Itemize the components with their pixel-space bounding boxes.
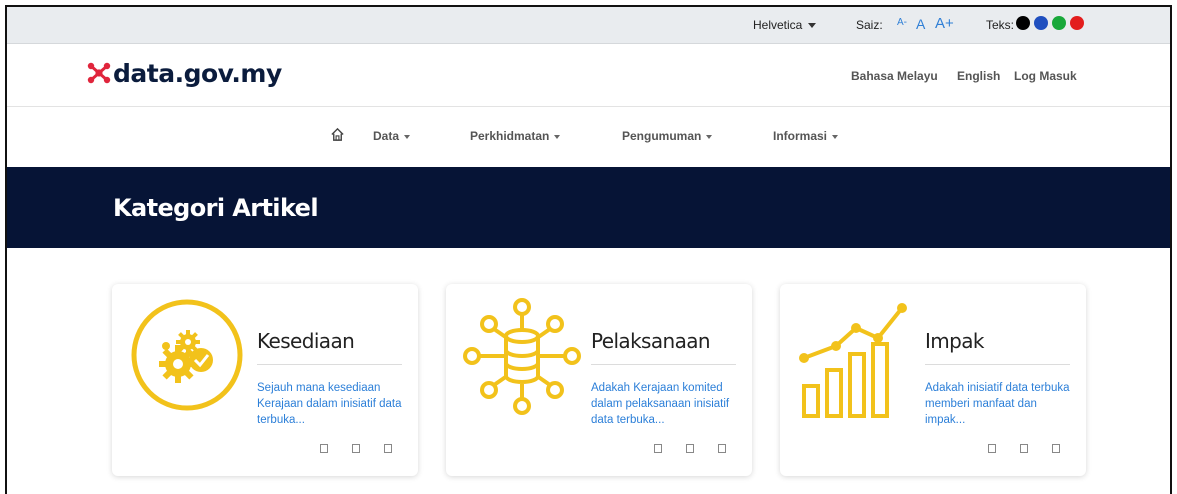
font-family-dropdown[interactable]: Helvetica [753,18,817,32]
login-link[interactable]: Log Masuk [1014,69,1077,83]
logo-text: data.gov.my [113,58,282,88]
text-color-label: Teks: [986,18,1015,32]
home-icon[interactable] [330,127,345,142]
font-size-normal-button[interactable]: A [916,16,925,32]
share-icon[interactable] [654,444,662,453]
gears-check-icon [131,299,243,411]
bookmark-icon[interactable] [352,444,360,453]
lang-malay-link[interactable]: Bahasa Melayu [851,69,938,83]
bookmark-icon[interactable] [686,444,694,453]
comment-icon[interactable] [384,444,392,453]
nav-pengumuman[interactable]: Pengumuman [622,129,713,143]
site-header: data.gov.my Bahasa Melayu English Log Ma… [7,44,1170,107]
card-divider [925,364,1070,365]
card-title: Impak [925,329,985,353]
card-title: Kesediaan [257,329,355,353]
growth-chart-icon [799,303,907,418]
nav-perkhidmatan-label: Perkhidmatan [470,129,550,143]
nav-pengumuman-label: Pengumuman [622,129,702,143]
nav-informasi[interactable]: Informasi [773,129,839,143]
font-size-large-button[interactable]: A+ [935,15,954,32]
text-color-red-button[interactable] [1070,16,1084,30]
card-description-link[interactable]: Adakah Kerajaan komited dalam pelaksanaa… [591,380,741,428]
category-card-pelaksanaan[interactable]: Pelaksanaan Adakah Kerajaan komited dala… [446,284,752,476]
page-banner: Kategori Artikel [7,167,1170,248]
chevron-down-icon [706,134,713,139]
card-divider [591,364,736,365]
site-logo[interactable]: data.gov.my [87,56,282,90]
text-color-green-button[interactable] [1052,16,1066,30]
browser-frame: Helvetica Saiz: A- A A+ Teks: data.gov.m… [5,5,1172,494]
database-network-icon [463,298,581,415]
comment-icon[interactable] [718,444,726,453]
category-card-kesediaan[interactable]: Kesediaan Sejauh mana kesediaan Kerajaan… [112,284,418,476]
chevron-down-icon [404,134,411,139]
card-description-link[interactable]: Adakah inisiatif data terbuka memberi ma… [925,380,1075,428]
page-title: Kategori Artikel [113,194,319,222]
font-family-label: Helvetica [753,18,803,32]
card-divider [257,364,402,365]
text-color-black-button[interactable] [1016,16,1030,30]
card-title: Pelaksanaan [591,329,711,353]
nav-informasi-label: Informasi [773,129,828,143]
chevron-down-icon [808,23,817,29]
comment-icon[interactable] [1052,444,1060,453]
nav-data[interactable]: Data [373,129,411,143]
text-color-blue-button[interactable] [1034,16,1048,30]
bookmark-icon[interactable] [1020,444,1028,453]
nav-perkhidmatan[interactable]: Perkhidmatan [470,129,561,143]
lang-english-link[interactable]: English [957,69,1000,83]
chevron-down-icon [832,134,839,139]
card-description-link[interactable]: Sejauh mana kesediaan Kerajaan dalam ini… [257,380,407,428]
chevron-down-icon [554,134,561,139]
font-size-small-button[interactable]: A- [897,17,907,28]
utility-bar: Helvetica Saiz: A- A A+ Teks: [7,7,1170,44]
network-logo-icon [87,62,111,84]
nav-data-label: Data [373,129,400,143]
size-label: Saiz: [856,18,883,32]
category-card-impak[interactable]: Impak Adakah inisiatif data terbuka memb… [780,284,1086,476]
share-icon[interactable] [988,444,996,453]
share-icon[interactable] [320,444,328,453]
main-nav: Data Perkhidmatan Pengumuman Informasi [7,107,1170,167]
